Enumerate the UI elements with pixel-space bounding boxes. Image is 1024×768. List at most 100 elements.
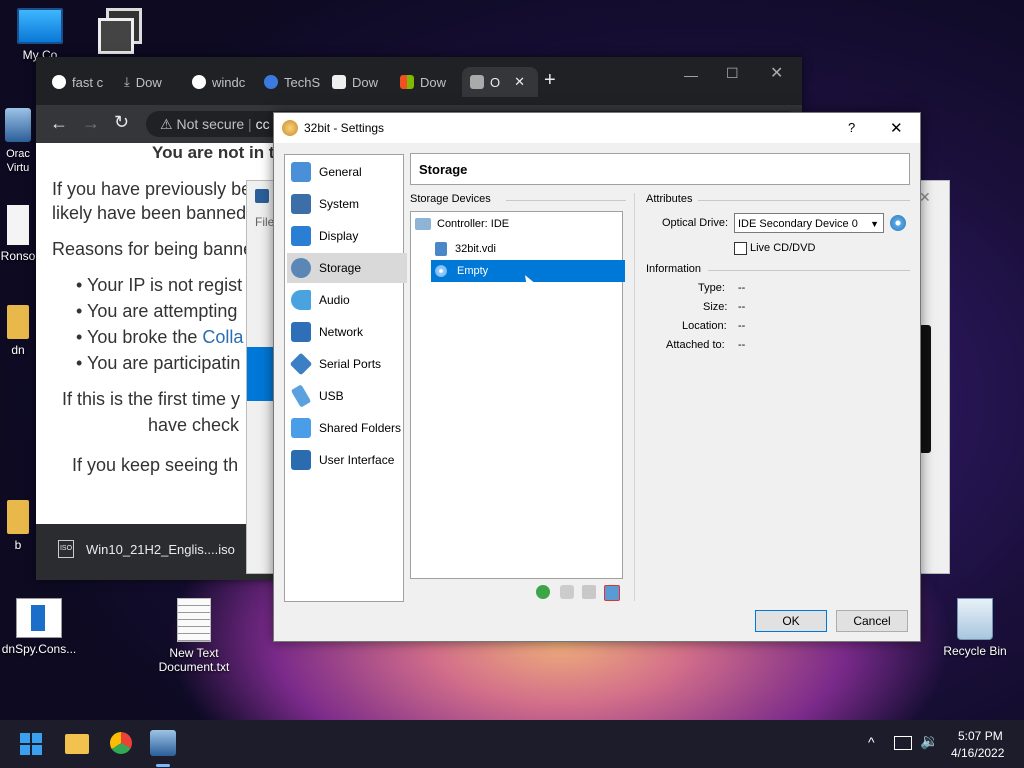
info-key: Attached to: [666, 339, 725, 351]
virtualbox-icon [255, 189, 269, 203]
forward-icon[interactable]: → [82, 113, 100, 134]
nav-storage[interactable]: Storage [287, 253, 407, 283]
help-button[interactable]: ? [848, 120, 855, 135]
desktop-icon-oracle-virtualbox[interactable]: Orac Virtu [0, 108, 36, 174]
new-tab-button[interactable]: + [544, 69, 556, 92]
close-button[interactable]: ✕ [770, 63, 783, 83]
cancel-button[interactable]: Cancel [836, 610, 908, 632]
nav-shared-folders[interactable]: Shared Folders [287, 413, 407, 443]
nav-network[interactable]: Network [287, 317, 407, 347]
live-cd-checkbox[interactable] [734, 242, 747, 255]
bullet: • You are participatin [76, 353, 241, 373]
close-button[interactable]: ✕ [890, 119, 903, 137]
start-icon[interactable] [20, 733, 42, 755]
desktop-icon-dn-folder[interactable]: dn [0, 305, 36, 357]
minimize-button[interactable]: — [684, 67, 698, 83]
settings-dialog: 32bit - Settings ? ✕ General System Disp… [273, 112, 921, 642]
desktop-icon-dnspy[interactable]: dnSpy.Cons... [0, 598, 78, 656]
bullet: • Your IP is not regist [76, 275, 243, 295]
desktop-icon-ronso[interactable]: Ronso [0, 205, 36, 263]
desktop-icon-label: Recycle Bin [943, 644, 1007, 658]
optical-drive-select[interactable]: IDE Secondary Device 0 ▼ [734, 213, 884, 233]
info-key: Type: [698, 282, 725, 294]
text-file-icon [177, 598, 211, 642]
storage-tree[interactable]: Controller: IDE 32bit.vdi Empty [410, 211, 625, 579]
virtualbox-taskbar-icon[interactable] [150, 730, 176, 756]
tree-item-vdi[interactable]: 32bit.vdi [435, 242, 496, 256]
tab-google-1[interactable]: fast c [52, 71, 114, 93]
monitor-icon [17, 8, 63, 44]
add-controller-icon[interactable] [536, 585, 550, 599]
folder-icon [7, 500, 29, 534]
tab-close-icon[interactable]: ✕ [514, 74, 525, 90]
desktop-icon-label: b [14, 538, 22, 552]
maximize-button[interactable]: ☐ [726, 65, 739, 82]
nav-usb[interactable]: USB [287, 381, 407, 411]
remove-attachment-icon[interactable] [604, 585, 620, 601]
nav-general[interactable]: General [287, 157, 407, 187]
windows-icon [400, 75, 414, 89]
back-icon[interactable]: ← [50, 113, 68, 134]
chevron-up-icon[interactable]: ^ [868, 734, 875, 750]
network-icon [291, 322, 311, 342]
desktop-icon-my-computer[interactable]: My Co [0, 8, 80, 62]
active-indicator [156, 764, 170, 767]
nav-serial-ports[interactable]: Serial Ports [287, 349, 407, 379]
desktop-icon-new-text-document[interactable]: New Text Document.txt [154, 598, 234, 674]
virtualbox-vm-icon [282, 120, 298, 136]
desktop-icon-label: New Text Document.txt [158, 646, 230, 674]
info-value: -- [738, 339, 746, 351]
link[interactable]: Colla [202, 327, 243, 347]
tab-download-1[interactable]: ⤓ Dow [124, 71, 190, 93]
paragraph: Reasons for being banne [52, 239, 254, 259]
network-icon[interactable] [894, 736, 912, 750]
reload-icon[interactable]: ↻ [114, 112, 129, 133]
tab-google-2[interactable]: windc [192, 71, 258, 93]
clock-time[interactable]: 5:07 PM [958, 729, 1003, 743]
chrome-icon[interactable] [110, 732, 132, 754]
file-menu[interactable]: File [255, 215, 274, 229]
nav-system[interactable]: System [287, 189, 407, 219]
tab-techspot[interactable]: TechS [264, 71, 330, 93]
google-icon [52, 75, 66, 89]
security-label: Not secure [176, 116, 245, 132]
attributes-label: Attributes [646, 193, 693, 205]
vm-list-selected[interactable] [247, 347, 275, 401]
site-icon [470, 75, 484, 89]
paragraph: If you keep seeing th [72, 455, 239, 475]
usb-icon [290, 384, 312, 408]
techspot-icon [264, 75, 278, 89]
nav-user-interface[interactable]: User Interface [287, 445, 407, 475]
iso-file-icon: ISO [58, 540, 74, 558]
bullet: • You are attempting [76, 301, 238, 321]
general-icon [291, 162, 311, 182]
section-header: Storage [410, 153, 910, 185]
divider [698, 200, 910, 201]
multi-window-icon[interactable] [96, 8, 142, 54]
nav-display[interactable]: Display [287, 221, 407, 251]
volume-icon[interactable]: 🔉 [920, 732, 939, 750]
info-key: Size: [703, 301, 728, 313]
ok-button[interactable]: OK [755, 610, 827, 632]
choose-disk-icon[interactable] [890, 215, 906, 231]
dialog-title: 32bit - Settings [304, 121, 385, 135]
clock-date[interactable]: 4/16/2022 [951, 746, 1004, 760]
info-key: Location: [682, 320, 727, 332]
download-item[interactable]: Win10_21H2_Englis....iso [86, 542, 235, 557]
desktop-icon-label: Ronso [0, 249, 36, 263]
tab-download-2[interactable]: Dow [332, 71, 398, 93]
nav-audio[interactable]: Audio [287, 285, 407, 315]
tab-bar: fast c ⤓ Dow windc TechS Dow Dow O ✕ + — … [36, 57, 802, 105]
tab-download-3[interactable]: Dow [400, 71, 466, 93]
file-explorer-icon[interactable] [65, 734, 89, 754]
controller-ide[interactable]: Controller: IDE [415, 218, 509, 230]
tab-active[interactable]: O ✕ [462, 67, 538, 97]
desktop-icon-recycle-bin[interactable]: Recycle Bin [935, 598, 1015, 658]
desktop-icon-b-folder[interactable]: b [0, 500, 36, 552]
bullet: • You broke the Colla [76, 327, 244, 347]
divider [506, 200, 626, 201]
url-text: cc [255, 116, 270, 132]
audio-icon [291, 290, 311, 310]
info-value: -- [738, 320, 746, 332]
paragraph: likely have been banned. [52, 203, 252, 223]
